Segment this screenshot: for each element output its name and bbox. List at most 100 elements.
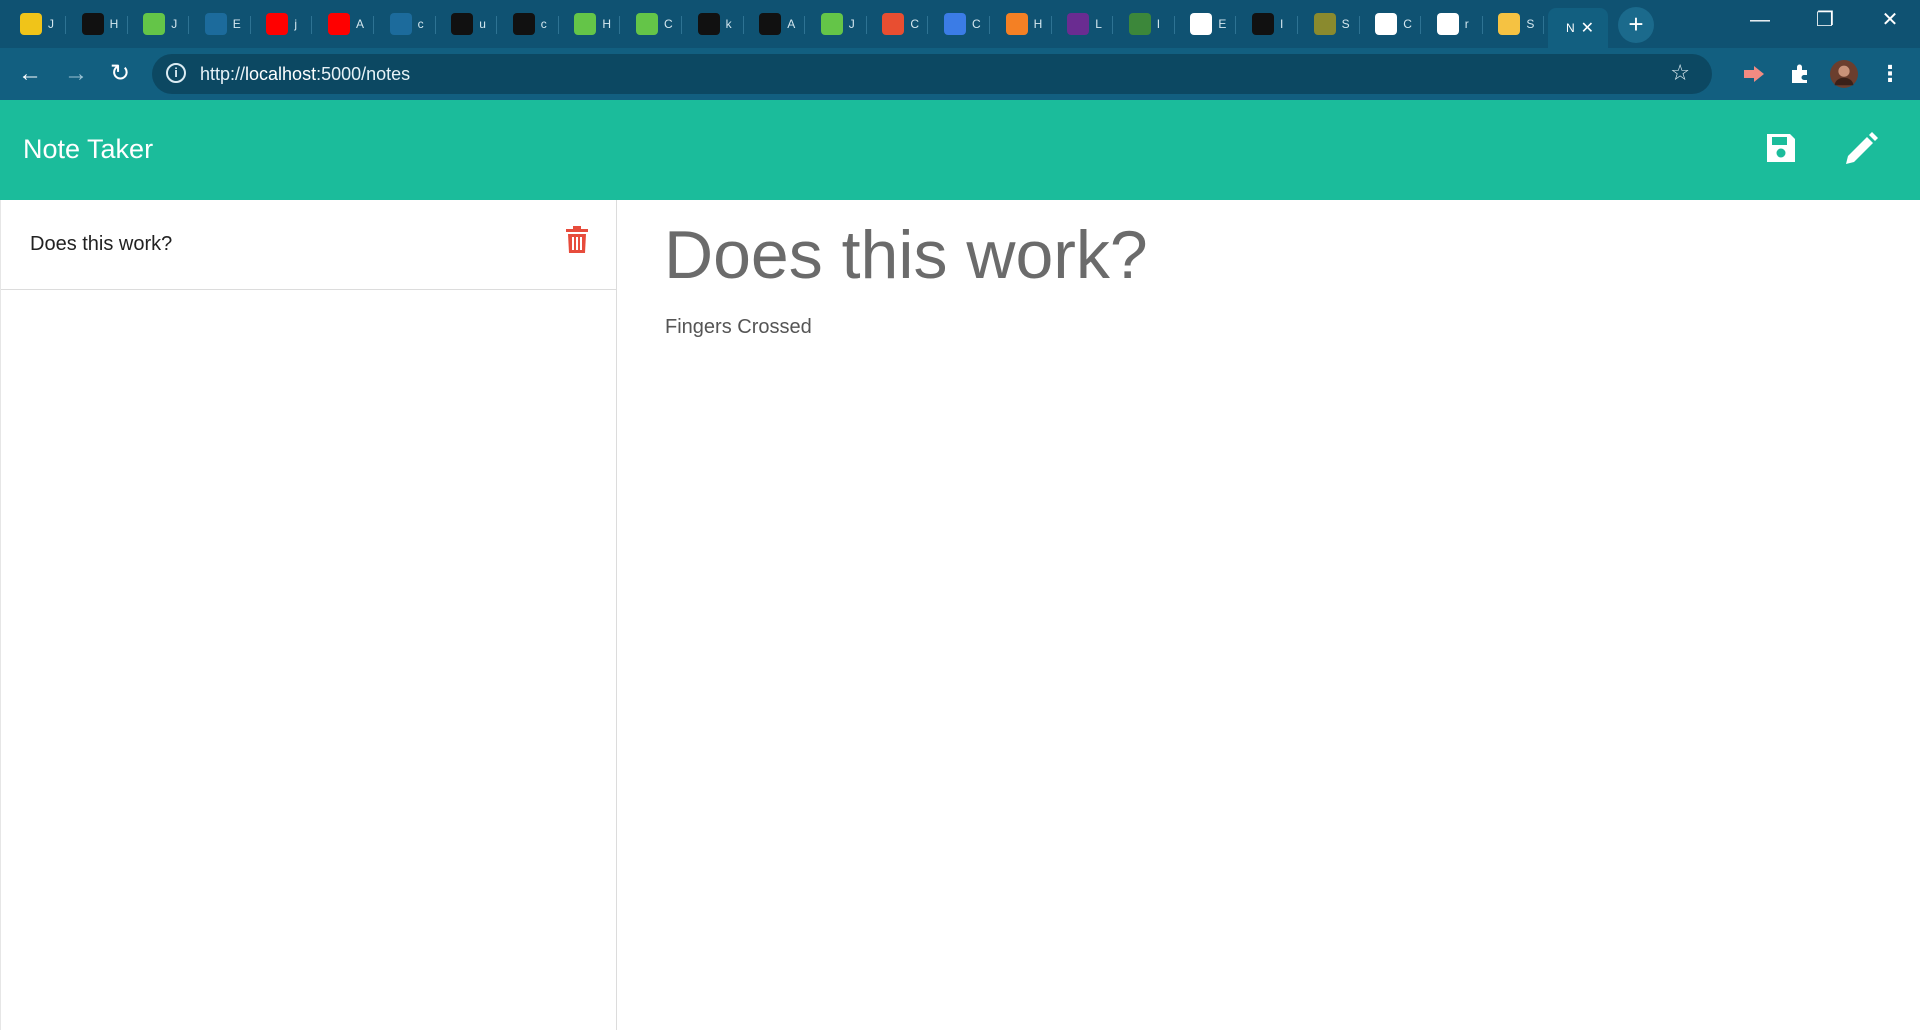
notes-sidebar: Does this work?: [0, 200, 617, 1030]
site-info-icon[interactable]: i: [166, 63, 186, 83]
tab-title: c: [540, 17, 547, 31]
browser-tab[interactable]: H: [562, 6, 621, 42]
browser-tab[interactable]: C: [1363, 6, 1422, 42]
extensions-puzzle-icon[interactable]: [1786, 60, 1814, 88]
tab-separator: [126, 16, 128, 34]
tab-separator: [742, 16, 744, 34]
browser-tab[interactable]: L: [1055, 6, 1114, 42]
github-icon: [1252, 13, 1274, 35]
node-icon: [1128, 13, 1151, 35]
js-icon: [20, 13, 42, 35]
browser-tab[interactable]: H: [994, 6, 1052, 42]
browser-tab[interactable]: r: [1425, 6, 1483, 42]
note-title-field[interactable]: Does this work?: [664, 216, 1148, 294]
browser-tab[interactable]: S: [1302, 6, 1360, 42]
forward-button[interactable]: →: [60, 58, 92, 90]
tab-separator: [249, 16, 251, 34]
browser-tab[interactable]: H: [70, 6, 128, 42]
browser-tab[interactable]: j: [254, 6, 313, 42]
tab-separator: [1297, 16, 1298, 34]
tab-separator: [1420, 16, 1422, 34]
google-icon: [1436, 13, 1459, 35]
url-text: http://localhost:5000/notes: [200, 64, 410, 85]
new-note-pencil-icon[interactable]: [1840, 130, 1880, 170]
tab-separator: [1481, 16, 1483, 34]
close-window-button[interactable]: ✕: [1860, 0, 1920, 40]
tab-title: A: [787, 17, 796, 31]
browser-tab[interactable]: c: [501, 6, 559, 42]
browser-tab[interactable]: C: [624, 6, 682, 42]
tab-title: H: [602, 17, 612, 31]
tab-separator: [1543, 16, 1545, 34]
tab-title: S: [1341, 17, 1350, 31]
youtube-icon: [328, 13, 350, 35]
browser-tab[interactable]: c: [378, 6, 436, 42]
app-title[interactable]: Note Taker: [23, 134, 153, 165]
note-list-title[interactable]: Does this work?: [30, 233, 172, 256]
w3-icon: [574, 13, 597, 35]
back-button[interactable]: ←: [14, 58, 46, 90]
tab-separator: [434, 16, 436, 34]
browser-tab[interactable]: J: [131, 6, 190, 42]
tab-title: C: [1403, 17, 1412, 31]
tab-title: A: [356, 17, 365, 31]
bookmark-star-icon[interactable]: ☆: [1670, 60, 1690, 86]
browser-tab[interactable]: I: [1240, 6, 1298, 42]
tab-separator: [865, 16, 867, 34]
url-path: :5000/notes: [316, 64, 411, 84]
save-note-icon[interactable]: [1763, 130, 1803, 170]
bootstrap-icon: [1067, 13, 1090, 35]
browser-tab[interactable]: I: [1117, 6, 1175, 42]
extension-arrow-icon[interactable]: [1740, 60, 1768, 88]
tab-title: c: [417, 17, 424, 31]
browser-tab[interactable]: A: [316, 6, 374, 42]
tab-title: C: [664, 17, 673, 31]
minimize-button[interactable]: —: [1730, 0, 1790, 40]
loading-icon: [204, 13, 227, 35]
tab-title: J: [171, 17, 178, 31]
tab-title: k: [725, 17, 732, 31]
restore-button[interactable]: ❐: [1795, 0, 1855, 40]
browser-tab[interactable]: E: [1178, 6, 1237, 42]
github-icon: [451, 13, 474, 35]
tab-title: r: [1464, 17, 1469, 31]
browser-tab[interactable]: C: [932, 6, 990, 42]
new-tab-button[interactable]: +: [1618, 7, 1654, 43]
tab-title: H: [1033, 17, 1043, 31]
browser-tab[interactable]: E: [193, 6, 251, 42]
app-header: Note Taker: [0, 100, 1920, 200]
tab-title: J: [48, 17, 54, 31]
notes-icon: [1313, 13, 1336, 35]
browser-tab-strip: J H J Ej Ac u c H Ck A J C C H L I E I S Cr S N ✕ + — ❐ ✕: [0, 0, 1920, 48]
list-item[interactable]: Does this work?: [1, 200, 617, 290]
browser-tab[interactable]: S: [1486, 6, 1545, 42]
tab-title: C: [972, 17, 981, 31]
tab-separator: [373, 16, 374, 34]
tab-separator: [1358, 16, 1360, 34]
profile-avatar[interactable]: [1830, 60, 1858, 88]
tab-separator: [65, 16, 66, 34]
browser-tab[interactable]: C: [870, 6, 929, 42]
address-bar[interactable]: i http://localhost:5000/notes ☆: [152, 54, 1712, 94]
browser-tab[interactable]: J: [809, 6, 867, 42]
tab-separator: [619, 16, 621, 34]
browser-menu-icon[interactable]: ⋮: [1876, 60, 1904, 88]
browser-tab[interactable]: k: [686, 6, 744, 42]
tab-separator: [496, 16, 498, 34]
note-text-field[interactable]: Fingers Crossed: [665, 316, 812, 339]
cheese-icon: [81, 13, 104, 35]
w3-icon: [143, 13, 166, 35]
close-tab-icon[interactable]: ✕: [1581, 18, 1594, 38]
tab-title: E: [232, 17, 241, 31]
tab-separator: [557, 16, 559, 34]
browser-tab[interactable]: A: [747, 6, 806, 42]
browser-tab[interactable]: J: [8, 6, 66, 42]
tab-separator: [1235, 16, 1237, 34]
tab-separator: [311, 16, 313, 34]
tab-separator: [188, 16, 190, 34]
delete-note-trash-icon[interactable]: [565, 226, 589, 254]
tab-separator: [1112, 16, 1114, 34]
browser-tab[interactable]: u: [439, 6, 498, 42]
reload-button[interactable]: ↻: [104, 58, 136, 90]
active-tab[interactable]: N ✕: [1548, 8, 1608, 48]
